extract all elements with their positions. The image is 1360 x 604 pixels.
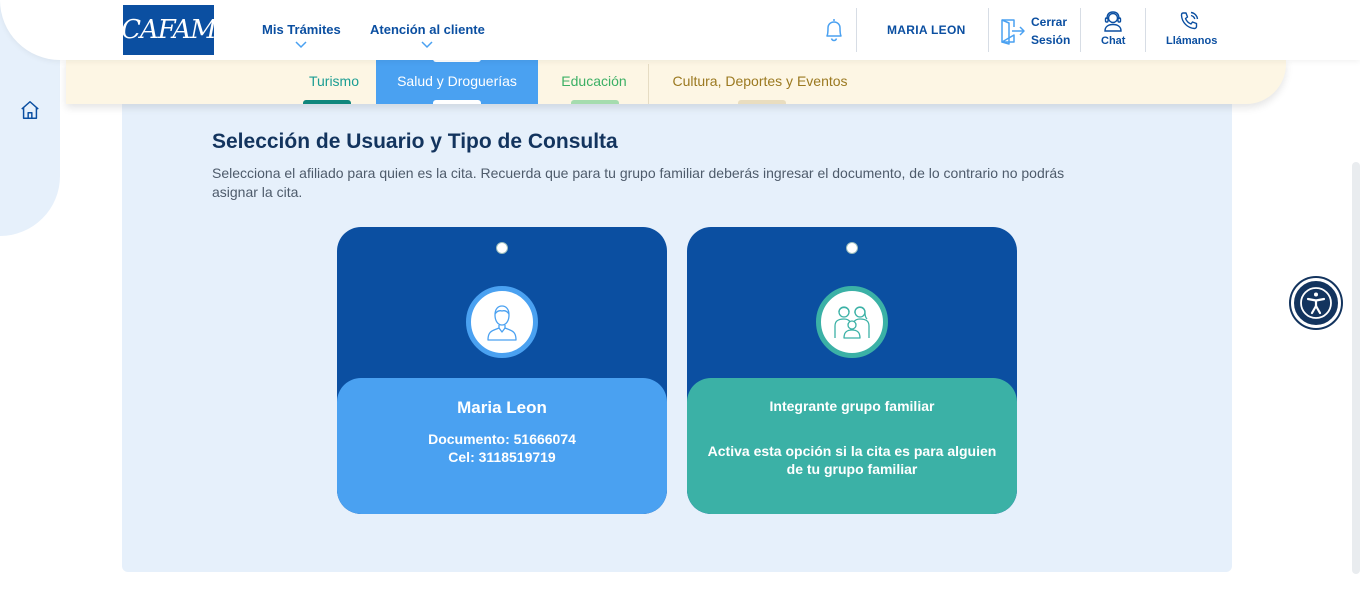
top-header: CAFAM Mis Trámites Atención al cliente M… xyxy=(0,0,1360,60)
family-card-title: Integrante grupo familiar xyxy=(769,398,935,414)
user-name-card: Maria Leon xyxy=(457,398,547,417)
tab-indicator xyxy=(738,100,786,104)
family-card-description: Activa esta opción si la cita es para al… xyxy=(707,443,997,477)
logout-label-line2: Sesión xyxy=(1031,33,1071,47)
logout-button[interactable]: Cerrar Sesión xyxy=(1031,13,1070,49)
logout-icon[interactable] xyxy=(998,17,1026,45)
header-divider xyxy=(856,8,857,52)
user-card-family-info: Integrante grupo familiar Activa esta op… xyxy=(687,378,1017,514)
user-card-self-info: Maria Leon Documento: 51666074 Cel: 3118… xyxy=(337,378,667,514)
page-scrollbar[interactable] xyxy=(1352,162,1360,574)
nav-atencion-cliente[interactable]: Atención al cliente xyxy=(370,22,485,49)
user-radio-family[interactable] xyxy=(846,242,858,254)
header-divider xyxy=(988,8,989,52)
user-document: Documento: 51666074 xyxy=(428,431,576,447)
tab-turismo-label: Turismo xyxy=(308,73,360,89)
nav-mis-tramites[interactable]: Mis Trámites xyxy=(262,22,341,49)
user-name[interactable]: MARIA LEON xyxy=(887,23,966,37)
phone-icon[interactable] xyxy=(1178,10,1200,32)
user-card-self[interactable]: Maria Leon Documento: 51666074 Cel: 3118… xyxy=(337,227,667,514)
tab-turismo[interactable]: Turismo xyxy=(294,58,374,104)
tab-indicator xyxy=(433,100,481,104)
tab-cultura-label: Cultura, Deportes y Eventos xyxy=(672,73,848,89)
chat-button-label[interactable]: Chat xyxy=(1101,35,1125,47)
user-card-family[interactable]: Integrante grupo familiar Activa esta op… xyxy=(687,227,1017,514)
bell-icon[interactable] xyxy=(822,17,846,43)
user-radio-self[interactable] xyxy=(496,242,508,254)
person-icon xyxy=(487,305,517,341)
tab-educacion[interactable]: Educación xyxy=(544,58,644,104)
header-divider xyxy=(1145,8,1146,52)
page-description: Selecciona el afiliado para quien es la … xyxy=(212,165,1065,200)
tab-salud-label: Salud y Droguerías xyxy=(397,73,517,89)
nav-mis-tramites-label: Mis Trámites xyxy=(262,22,341,37)
user-phone: Cel: 3118519719 xyxy=(448,449,556,465)
category-tabbar: Turismo Salud y Droguerías Educación Cul… xyxy=(66,58,1286,104)
chevron-down-icon xyxy=(295,41,307,49)
chevron-down-icon xyxy=(421,41,433,49)
nav-atencion-cliente-label: Atención al cliente xyxy=(370,22,485,37)
cafam-logo[interactable]: CAFAM xyxy=(121,5,217,55)
family-icon xyxy=(834,306,870,339)
home-icon[interactable] xyxy=(19,99,41,121)
tab-indicator xyxy=(303,100,351,104)
tab-cultura-deportes-eventos[interactable]: Cultura, Deportes y Eventos xyxy=(648,58,872,104)
header-divider xyxy=(1080,8,1081,52)
tab-educacion-label: Educación xyxy=(561,73,627,89)
accessibility-button[interactable] xyxy=(1291,278,1341,328)
page-title: Selección de Usuario y Tipo de Consulta xyxy=(212,130,618,153)
chat-agent-icon[interactable] xyxy=(1103,10,1123,32)
logout-label-line1: Cerrar xyxy=(1031,15,1068,29)
avatar xyxy=(466,286,538,358)
main-panel: Selección de Usuario y Tipo de Consulta … xyxy=(122,96,1232,572)
call-button-label[interactable]: Llámanos xyxy=(1166,35,1217,47)
tab-salud-droguerias[interactable]: Salud y Droguerías xyxy=(376,58,538,104)
accessibility-icon xyxy=(1300,287,1332,319)
avatar xyxy=(816,286,888,358)
tab-indicator xyxy=(571,100,619,104)
